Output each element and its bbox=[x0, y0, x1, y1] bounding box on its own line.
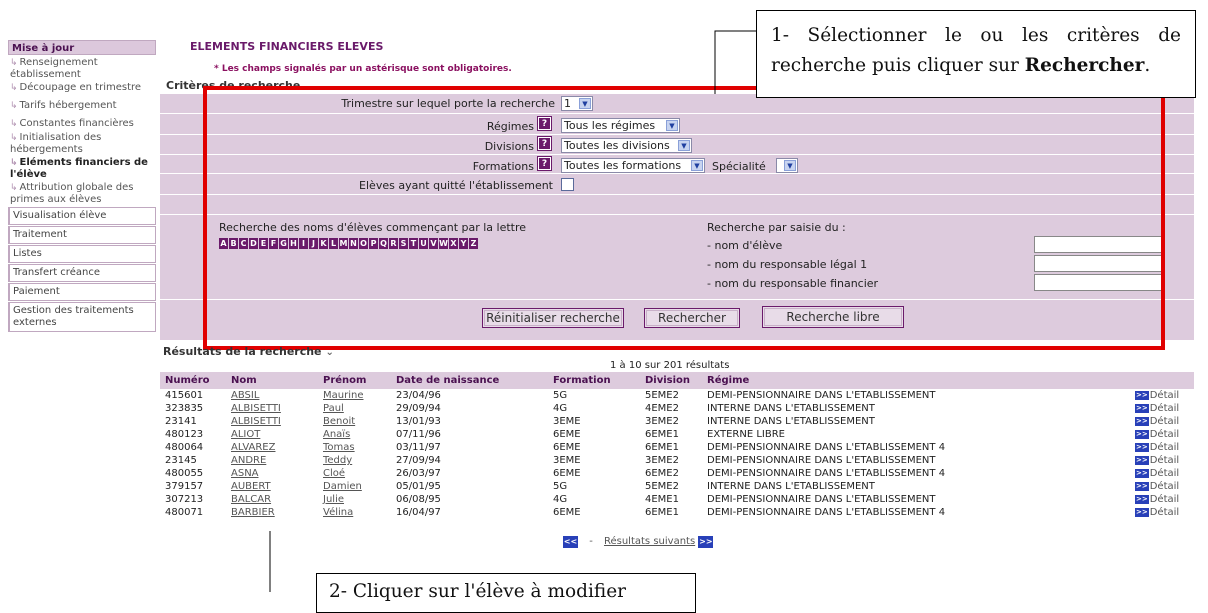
callout-1-connector bbox=[714, 30, 756, 94]
callout-step-1: 1- Sélectionner le ou les critères de re… bbox=[756, 10, 1196, 98]
callout-step-2: 2- Cliquer sur l'élève à modifier bbox=[316, 573, 696, 613]
callout-1-suffix: . bbox=[1144, 55, 1151, 76]
callout-1-bold: Rechercher bbox=[1024, 55, 1145, 76]
